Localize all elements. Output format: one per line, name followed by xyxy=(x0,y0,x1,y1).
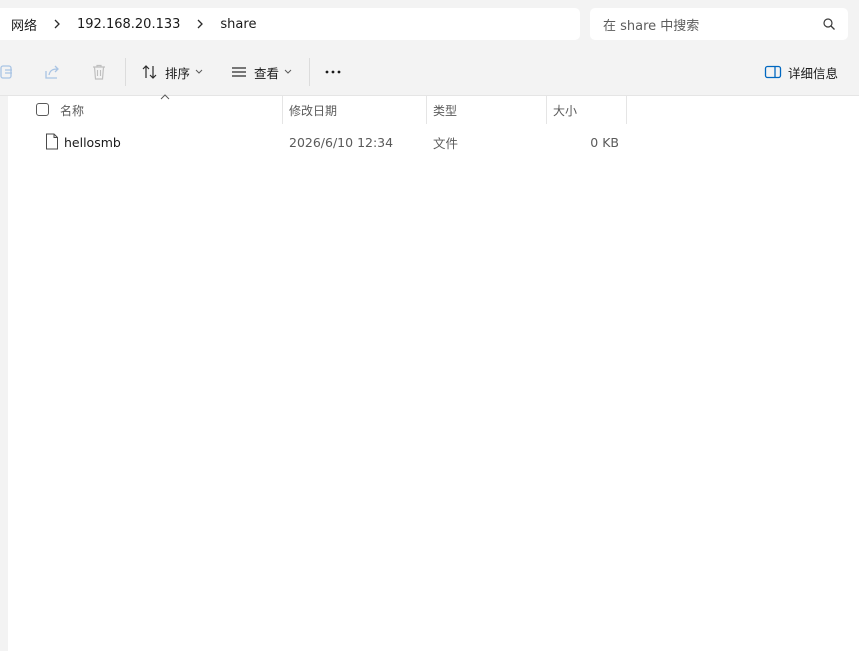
details-pane-button[interactable]: 详细信息 xyxy=(764,48,838,96)
details-pane-label: 详细信息 xyxy=(788,65,839,81)
select-all-checkbox[interactable] xyxy=(36,103,49,116)
column-header-modified-label: 修改日期 xyxy=(289,103,338,118)
chevron-right-icon[interactable] xyxy=(37,8,77,40)
copy-icon xyxy=(0,65,12,79)
breadcrumb[interactable]: 网络 192.168.20.133 share xyxy=(0,8,580,40)
view-button[interactable]: 查看 xyxy=(230,48,292,96)
chevron-right-icon[interactable] xyxy=(180,8,220,40)
column-header-row: 名称 修改日期 类型 大小 xyxy=(8,94,859,124)
sort-icon xyxy=(142,65,157,79)
table-row[interactable]: hellosmb 2026/6/10 12:34 文件 0 KB xyxy=(8,128,628,156)
file-list-pane[interactable]: 名称 修改日期 类型 大小 hellosmb 2026/6/10 12:34 文… xyxy=(0,94,859,651)
toolbar-divider xyxy=(125,58,126,86)
column-header-modified[interactable]: 修改日期 xyxy=(289,96,426,124)
file-modified: 2026/6/10 12:34 xyxy=(289,134,394,150)
copy-button[interactable] xyxy=(0,48,22,96)
breadcrumb-item-share[interactable]: share xyxy=(220,17,256,32)
column-header-size[interactable]: 大小 xyxy=(553,96,626,124)
address-bar-row: 网络 192.168.20.133 share 在 share 中搜索 xyxy=(0,0,859,48)
file-icon xyxy=(46,133,58,150)
file-type: 文件 xyxy=(433,135,459,151)
file-size: 0 KB xyxy=(590,134,619,150)
view-icon xyxy=(232,67,246,77)
navigation-pane-edge xyxy=(0,96,8,651)
chevron-down-icon xyxy=(284,69,292,74)
share-button[interactable] xyxy=(37,48,67,96)
column-separator[interactable] xyxy=(626,96,627,124)
details-pane-icon xyxy=(764,65,782,79)
more-options-button[interactable] xyxy=(318,48,348,96)
toolbar-divider xyxy=(309,58,310,86)
delete-icon xyxy=(93,64,105,80)
share-icon xyxy=(45,65,59,79)
command-bar: 排序 查看 详细信息 xyxy=(0,48,859,96)
delete-button[interactable] xyxy=(84,48,114,96)
sort-button[interactable]: 排序 xyxy=(141,48,203,96)
search-input[interactable]: 在 share 中搜索 xyxy=(603,15,699,34)
breadcrumb-item-network[interactable]: 网络 xyxy=(11,15,37,34)
column-header-name[interactable]: 名称 xyxy=(60,96,282,124)
view-label: 查看 xyxy=(254,65,280,81)
more-icon xyxy=(325,70,341,74)
column-separator[interactable] xyxy=(426,96,427,124)
column-separator[interactable] xyxy=(546,96,547,124)
column-header-name-label: 名称 xyxy=(60,103,85,118)
breadcrumb-item-host[interactable]: 192.168.20.133 xyxy=(77,17,180,32)
file-name[interactable]: hellosmb xyxy=(64,128,121,156)
chevron-down-icon xyxy=(195,69,203,74)
column-header-type[interactable]: 类型 xyxy=(433,96,546,124)
column-separator[interactable] xyxy=(282,96,283,124)
sort-label: 排序 xyxy=(165,65,191,81)
search-icon[interactable] xyxy=(822,17,836,31)
search-box[interactable]: 在 share 中搜索 xyxy=(590,8,848,40)
column-header-size-label: 大小 xyxy=(553,103,578,118)
column-header-type-label: 类型 xyxy=(433,103,458,118)
